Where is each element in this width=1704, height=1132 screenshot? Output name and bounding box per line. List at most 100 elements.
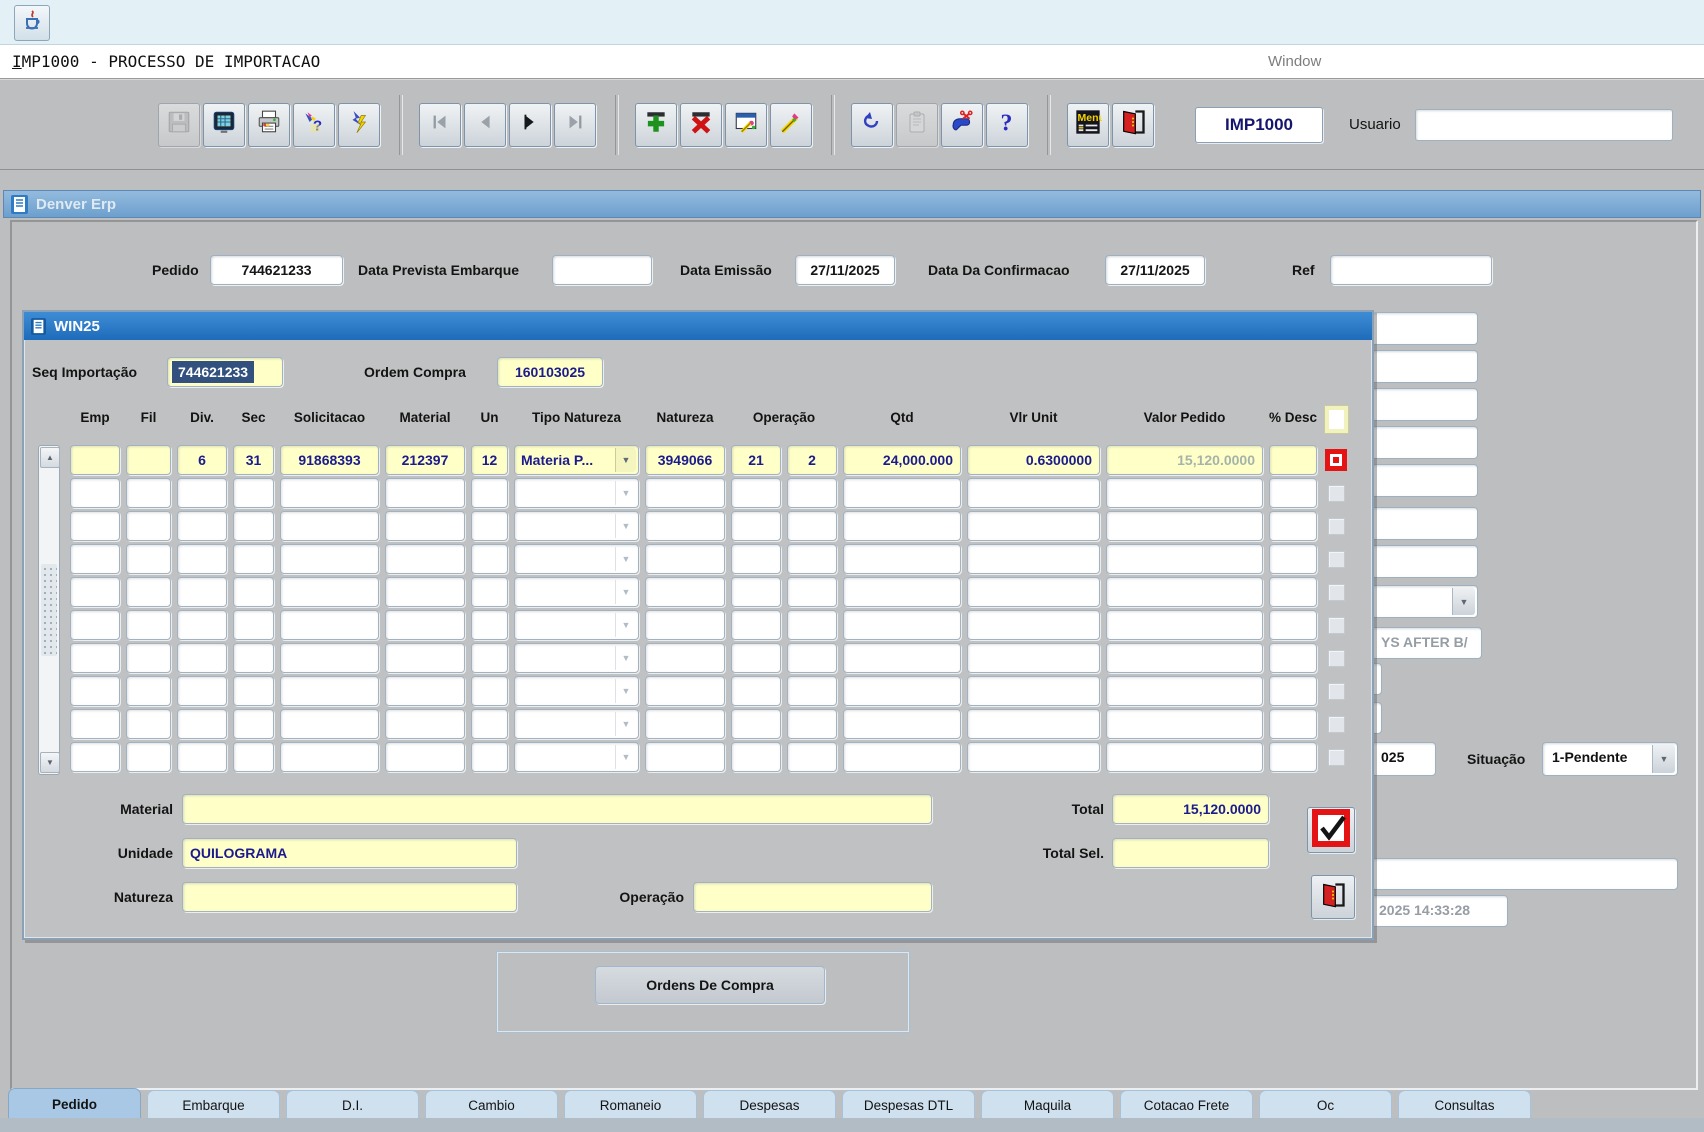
tab-oc[interactable]: Oc: [1259, 1090, 1392, 1119]
row-checkbox[interactable]: [1328, 716, 1345, 733]
cell-natureza[interactable]: [645, 544, 725, 574]
chevron-down-icon[interactable]: ▼: [615, 448, 636, 472]
cell-un[interactable]: [471, 478, 508, 508]
execute-query-button[interactable]: [338, 103, 380, 147]
cell-operacao-2[interactable]: 2: [787, 445, 837, 475]
cell-vlr-unit[interactable]: [967, 478, 1100, 508]
cell-operacao[interactable]: [731, 709, 781, 739]
cell-perc-desc[interactable]: [1269, 544, 1317, 574]
cell-emp[interactable]: [70, 610, 120, 640]
cell-vlr-unit[interactable]: [967, 742, 1100, 772]
cell-tipo-natureza[interactable]: ▼: [514, 478, 639, 508]
cell-emp[interactable]: [70, 577, 120, 607]
tab-embarque[interactable]: Embarque: [147, 1090, 280, 1119]
cell-sec[interactable]: [233, 610, 274, 640]
clipboard-button[interactable]: [896, 103, 938, 147]
cell-natureza[interactable]: [645, 676, 725, 706]
cell-div[interactable]: [177, 478, 227, 508]
cell-solicitacao[interactable]: [280, 643, 379, 673]
cell-vlr-unit[interactable]: [967, 544, 1100, 574]
cell-sec[interactable]: [233, 742, 274, 772]
cell-operacao-2[interactable]: [787, 742, 837, 772]
save-button[interactable]: [158, 103, 200, 147]
cell-operacao[interactable]: [731, 643, 781, 673]
cell-operacao-2[interactable]: [787, 709, 837, 739]
cell-perc-desc[interactable]: [1269, 577, 1317, 607]
cell-qtd[interactable]: [843, 577, 961, 607]
cell-tipo-natureza[interactable]: ▼: [514, 610, 639, 640]
ref-field[interactable]: [1330, 255, 1492, 285]
cell-tipo-natureza[interactable]: ▼: [514, 544, 639, 574]
cell-operacao[interactable]: [731, 610, 781, 640]
cell-emp[interactable]: [70, 445, 120, 475]
cell-material[interactable]: [385, 742, 465, 772]
cell-perc-desc[interactable]: [1269, 643, 1317, 673]
cell-operacao[interactable]: [731, 478, 781, 508]
cell-div[interactable]: [177, 742, 227, 772]
ordens-de-compra-button[interactable]: Ordens De Compra: [595, 966, 825, 1004]
cell-sec[interactable]: [233, 511, 274, 541]
grid-empty-row[interactable]: ▼: [70, 676, 1349, 706]
record-lock-button[interactable]: [941, 103, 983, 147]
cell-operacao[interactable]: [731, 742, 781, 772]
cell-material[interactable]: [385, 544, 465, 574]
grid-data-row[interactable]: 6 31 91868393 212397 12 Materia P... ▼ 3…: [70, 445, 1349, 475]
scrollbar-thumb[interactable]: [41, 564, 57, 656]
wand-button[interactable]: [770, 103, 812, 147]
cell-div[interactable]: [177, 610, 227, 640]
undo-button[interactable]: [851, 103, 893, 147]
material-field[interactable]: [182, 794, 932, 824]
tab-romaneio[interactable]: Romaneio: [564, 1090, 697, 1119]
cell-vlr-unit[interactable]: [967, 577, 1100, 607]
cell-div[interactable]: [177, 643, 227, 673]
cell-emp[interactable]: [70, 643, 120, 673]
cell-operacao-2[interactable]: [787, 643, 837, 673]
chevron-down-icon[interactable]: ▼: [615, 613, 636, 637]
cell-perc-desc[interactable]: [1269, 709, 1317, 739]
cell-qtd[interactable]: 24,000.000: [843, 445, 961, 475]
chevron-down-icon[interactable]: ▼: [615, 712, 636, 736]
cell-tipo-natureza[interactable]: ▼: [514, 676, 639, 706]
cell-sec[interactable]: [233, 643, 274, 673]
cell-material[interactable]: [385, 478, 465, 508]
cell-operacao[interactable]: [731, 511, 781, 541]
data-prevista-field[interactable]: [552, 255, 652, 285]
cell-material[interactable]: [385, 577, 465, 607]
cell-operacao-2[interactable]: [787, 577, 837, 607]
exit-button[interactable]: [1112, 103, 1154, 147]
cell-tipo-natureza[interactable]: ▼: [514, 709, 639, 739]
cell-tipo-natureza[interactable]: ▼: [514, 643, 639, 673]
cell-solicitacao[interactable]: [280, 742, 379, 772]
operacao-field[interactable]: [693, 882, 932, 912]
tab-despesas[interactable]: Despesas: [703, 1090, 836, 1119]
delete-record-button[interactable]: [680, 103, 722, 147]
cell-emp[interactable]: [70, 742, 120, 772]
cell-perc-desc[interactable]: [1269, 511, 1317, 541]
cell-sec[interactable]: [233, 709, 274, 739]
cell-solicitacao[interactable]: [280, 478, 379, 508]
cell-perc-desc[interactable]: [1269, 445, 1317, 475]
cell-natureza[interactable]: [645, 643, 725, 673]
cell-fil[interactable]: [126, 445, 171, 475]
row-checkbox[interactable]: [1328, 584, 1345, 601]
cell-sec[interactable]: [233, 676, 274, 706]
cell-vlr-unit[interactable]: [967, 610, 1100, 640]
cell-solicitacao[interactable]: [280, 709, 379, 739]
cell-solicitacao[interactable]: 91868393: [280, 445, 379, 475]
cell-material[interactable]: [385, 643, 465, 673]
help-button[interactable]: ?: [986, 103, 1028, 147]
cell-tipo-natureza[interactable]: ▼: [514, 742, 639, 772]
cell-operacao[interactable]: 21: [731, 445, 781, 475]
next-record-button[interactable]: [509, 103, 551, 147]
cell-natureza[interactable]: [645, 610, 725, 640]
cell-solicitacao[interactable]: [280, 577, 379, 607]
grid-empty-row[interactable]: ▼: [70, 478, 1349, 508]
cell-material[interactable]: 212397: [385, 445, 465, 475]
cell-emp[interactable]: [70, 709, 120, 739]
cell-vlr-unit[interactable]: [967, 676, 1100, 706]
cell-solicitacao[interactable]: [280, 610, 379, 640]
first-record-button[interactable]: [419, 103, 461, 147]
seq-importacao-field[interactable]: 744621233: [167, 357, 283, 387]
cell-vlr-unit[interactable]: [967, 643, 1100, 673]
cell-sec[interactable]: [233, 577, 274, 607]
